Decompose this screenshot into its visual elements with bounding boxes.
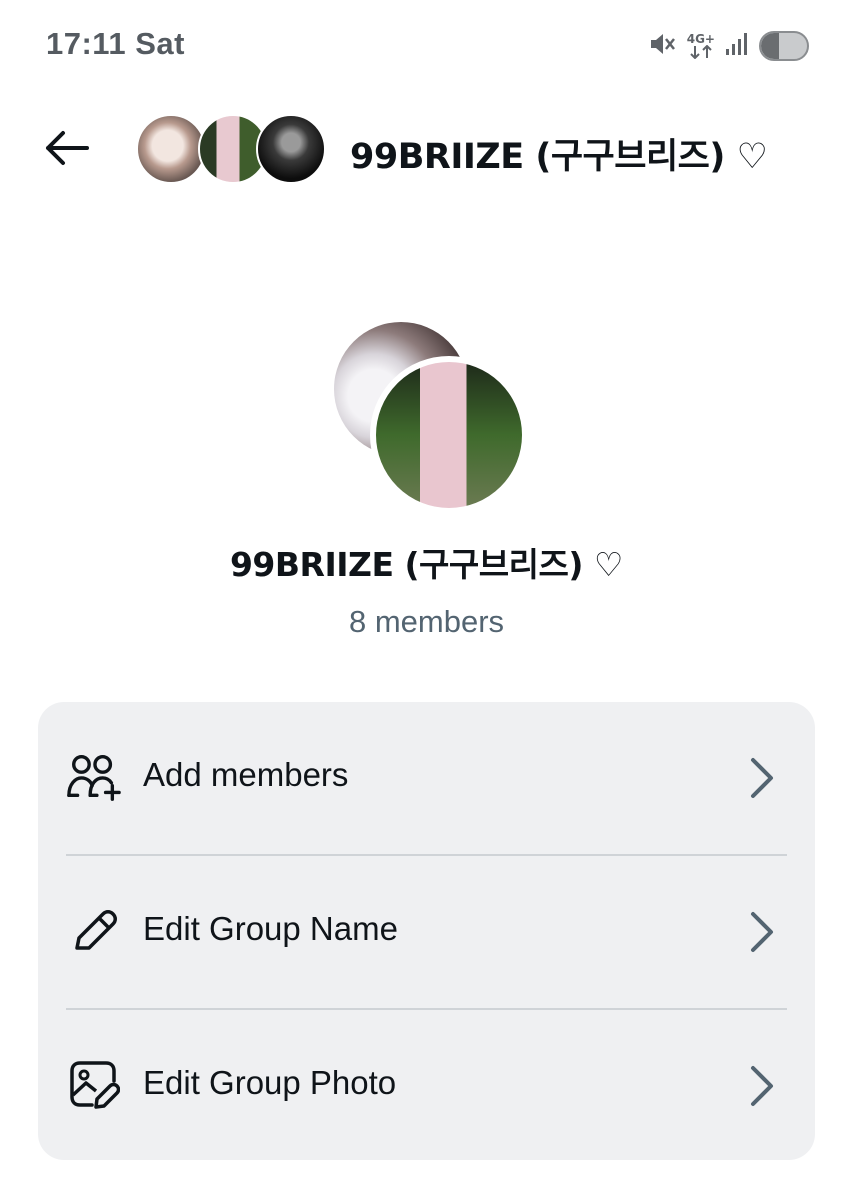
edit-group-name-label: Edit Group Name bbox=[143, 910, 398, 947]
battery-icon bbox=[759, 31, 809, 61]
group-actions-card: Add members Edit Group Name Edit Group P… bbox=[38, 702, 815, 1160]
group-photo bbox=[334, 322, 528, 514]
add-members-icon bbox=[66, 752, 122, 802]
edit-group-photo-label: Edit Group Photo bbox=[143, 1064, 397, 1101]
network-4g-icon: 4G+ bbox=[687, 33, 715, 59]
arrow-left-icon bbox=[43, 130, 89, 171]
edit-photo-icon bbox=[66, 1060, 122, 1110]
status-time: 17:11 Sat bbox=[46, 26, 185, 61]
signal-icon bbox=[725, 32, 749, 61]
add-members-row[interactable]: Add members bbox=[38, 702, 815, 852]
group-photo-front bbox=[370, 356, 528, 514]
chevron-right-icon bbox=[747, 910, 777, 954]
chevron-right-icon bbox=[747, 756, 777, 800]
network-label: 4G+ bbox=[686, 32, 715, 46]
member-count[interactable]: 8 members bbox=[0, 604, 853, 640]
chevron-right-icon bbox=[747, 1064, 777, 1108]
edit-group-photo-row[interactable]: Edit Group Photo bbox=[38, 1010, 815, 1160]
mute-icon bbox=[647, 29, 677, 64]
add-members-label: Add members bbox=[143, 756, 349, 793]
back-button[interactable] bbox=[38, 126, 94, 174]
conversation-header: 99BRIIZE (구구브리즈) ♡ bbox=[0, 100, 853, 200]
avatar bbox=[136, 114, 206, 184]
status-icons: 4G+ bbox=[647, 28, 809, 64]
header-title: 99BRIIZE (구구브리즈) ♡ bbox=[350, 137, 768, 177]
avatar bbox=[256, 114, 326, 184]
status-bar: 17:11 Sat 4G+ bbox=[0, 0, 853, 92]
group-name: 99BRIIZE (구구브리즈) ♡ bbox=[229, 545, 624, 584]
header-avatar-stack bbox=[136, 114, 326, 184]
pencil-icon bbox=[66, 906, 122, 956]
edit-group-name-row[interactable]: Edit Group Name bbox=[38, 856, 815, 1006]
